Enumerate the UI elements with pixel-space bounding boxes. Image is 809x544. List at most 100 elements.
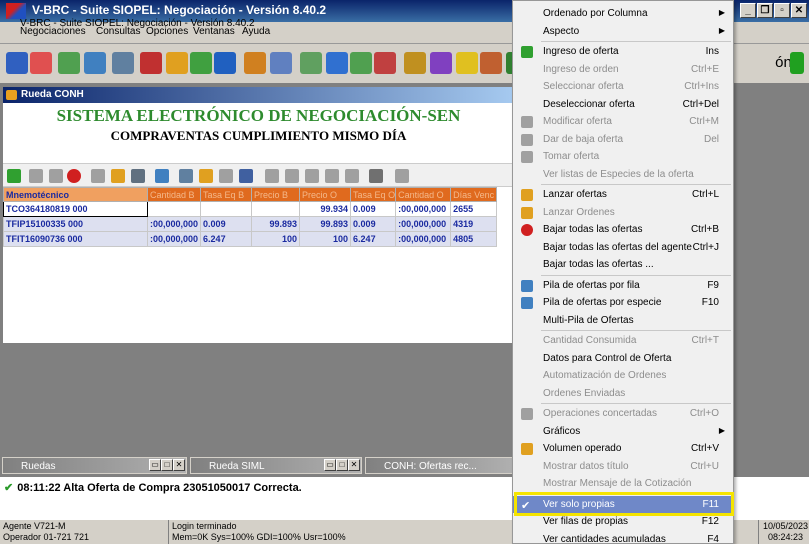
people-icon[interactable] [166,52,188,74]
restore-button[interactable]: ▭ [324,459,336,471]
menu-item-mostrar-mensaje-de-la-cotización[interactable]: Mostrar Mensaje de la Cotización [513,475,733,493]
menu-item-ingreso-de-oferta[interactable]: Ingreso de oferta Ins [513,43,733,61]
table-row[interactable]: TCO364180819 000 99.934 0.009 :00,000,00… [3,201,498,217]
cell[interactable]: :00,000,000 [395,216,452,232]
menu-item-seleccionar-oferta[interactable]: Seleccionar oferta Ctrl+Ins [513,78,733,96]
menu-item-gráficos[interactable]: Gráficos ▶ [513,423,733,441]
cell[interactable]: 6.247 [200,231,253,247]
cell[interactable]: :00,000,000 [395,201,452,217]
table-row[interactable]: TFIT16090736 000 :00,000,000 6.247 100 1… [3,231,498,247]
close-button[interactable]: ✕ [173,459,185,471]
menu-ayuda[interactable]: Ayuda [242,26,270,37]
menu-item-multi-pila-de-ofertas[interactable]: Multi-Pila de Ofertas [513,312,733,330]
menu-ventanas[interactable]: Ventanas [193,26,235,37]
image-icon[interactable] [219,169,233,183]
cell[interactable]: 99.934 [299,201,352,217]
menu-item-bajar-todas-las-ofertas[interactable]: Bajar todas las ofertas ... [513,256,733,274]
minimize-button[interactable]: _ [740,3,756,18]
menu-item-lanzar-ofertas[interactable]: Lanzar ofertas Ctrl+L [513,186,733,204]
launch-icon[interactable] [111,169,125,183]
back-icon[interactable] [6,52,28,74]
menu-consultas[interactable]: Consultas [96,26,140,37]
close-button[interactable]: ✕ [791,3,807,18]
green-bars-icon[interactable] [790,52,804,74]
grid-icon[interactable] [179,169,193,183]
minimized-ruedas[interactable]: Ruedas ▭ □ ✕ [2,457,187,474]
menu-item-datos-para-control-de-oferta[interactable]: Datos para Control de Oferta [513,350,733,368]
cell[interactable]: 0.009 [200,216,253,232]
menu-item-ver-cantidades-acumuladas[interactable]: Ver cantidades acumuladas F4 [513,531,733,544]
world-icon[interactable] [214,52,236,74]
cell[interactable]: 2655 [450,201,498,217]
menu-item-ingreso-de-orden[interactable]: Ingreso de orden Ctrl+E [513,61,733,79]
maximize-button[interactable]: □ [336,459,348,471]
lock-icon[interactable] [244,52,266,74]
table-icon[interactable] [84,52,106,74]
cell[interactable]: 100 [251,231,301,247]
menu-item-operaciones-concertadas[interactable]: Operaciones concertadas Ctrl+O [513,405,733,423]
menu-item-bajar-todas-las-ofertas-del-agente[interactable]: Bajar todas las ofertas del agente Ctrl+J [513,239,733,257]
minimized-conh-ofertas[interactable]: CONH: Ofertas rec... [365,457,515,474]
add-offer-icon[interactable] [7,169,21,183]
menu-item-ver-listas-de-especies-de-la-oferta[interactable]: Ver listas de Especies de la oferta [513,166,733,184]
export-icon[interactable] [326,52,348,74]
panel-icon[interactable] [369,169,383,183]
cell[interactable]: TCO364180819 000 [3,201,148,217]
menu-item-tomar-oferta[interactable]: Tomar oferta [513,148,733,166]
col-cantidad-o[interactable]: Cantidad O [395,187,452,202]
remove-icon[interactable] [49,169,63,183]
col-mnemotecnico[interactable]: Mnemotécnico [3,187,148,202]
menu-item-aspecto[interactable]: Aspecto ▶ [513,23,733,41]
user-icon[interactable] [404,52,426,74]
restore-button-2[interactable]: ▫ [774,3,790,18]
restore-button[interactable]: ▭ [149,459,161,471]
edit-icon[interactable] [29,169,43,183]
heart-icon[interactable] [395,169,409,183]
volume-icon[interactable] [199,169,213,183]
cell[interactable]: 100 [299,231,352,247]
cell[interactable]: 99.893 [299,216,352,232]
globe-icon[interactable] [190,52,212,74]
cell[interactable]: :00,000,000 [395,231,452,247]
chart-icon[interactable] [239,169,253,183]
maximize-button[interactable]: □ [161,459,173,471]
tools-icon[interactable] [58,52,80,74]
cell[interactable] [251,201,301,217]
cell[interactable]: :00,000,000 [146,231,202,247]
cell[interactable]: 99.893 [251,216,301,232]
cell[interactable]: TFIT16090736 000 [3,231,148,247]
cell[interactable]: 0.009 [350,216,397,232]
col-precio-b[interactable]: Precio B [251,187,301,202]
menu-item-volumen-operado[interactable]: Volumen operado Ctrl+V [513,440,733,458]
group-icon[interactable] [480,52,502,74]
zoom-out-icon[interactable] [345,169,359,183]
stack-icon[interactable] [155,169,169,183]
table-row[interactable]: TFIP15100335 000 :00,000,000 0.009 99.89… [3,216,498,232]
tag-icon[interactable] [305,169,319,183]
star-icon[interactable] [456,52,478,74]
col-tasa-eq-o[interactable]: Tasa Eq O [350,187,397,202]
menu-item-bajar-todas-las-ofertas[interactable]: Bajar todas las ofertas Ctrl+B [513,221,733,239]
refresh-icon[interactable] [30,52,52,74]
menu-item-deseleccionar-oferta[interactable]: Deseleccionar oferta Ctrl+Del [513,96,733,114]
cell[interactable]: 6.247 [350,231,397,247]
menu-item-pila-de-ofertas-por-especie[interactable]: Pila de ofertas por especie F10 [513,294,733,312]
cell[interactable]: 0.009 [350,201,397,217]
menu-item-ordenes-enviadas[interactable]: Ordenes Enviadas [513,385,733,403]
hierarchy-icon[interactable] [300,52,322,74]
import-icon[interactable] [350,52,372,74]
hand-icon[interactable] [91,169,105,183]
restore-button[interactable]: ❐ [757,3,773,18]
minimized-rueda-siml[interactable]: Rueda SIML ▭ □ ✕ [190,457,362,474]
filter-icon[interactable] [285,169,299,183]
menu-item-ver-filas-de-propias[interactable]: Ver filas de propias F12 [513,513,733,531]
report-icon[interactable] [140,52,162,74]
key-icon[interactable] [430,52,452,74]
calculator-icon[interactable] [270,52,292,74]
cell[interactable]: 4319 [450,216,498,232]
menu-opciones[interactable]: Opciones [146,26,188,37]
col-tasa-eq-b[interactable]: Tasa Eq B [200,187,253,202]
zoom-in-icon[interactable] [325,169,339,183]
stop-icon[interactable] [67,169,81,183]
cell[interactable] [146,201,202,217]
